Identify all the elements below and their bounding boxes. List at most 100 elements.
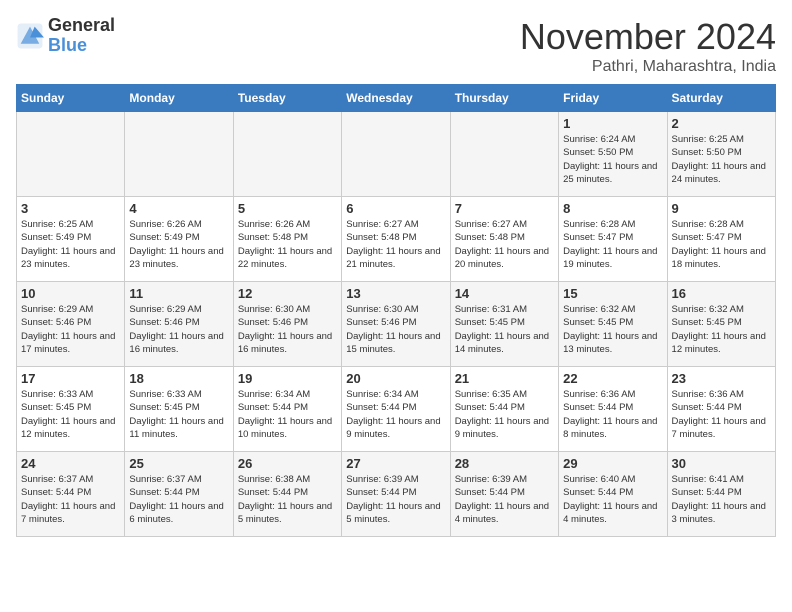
day-info: Sunrise: 6:39 AM Sunset: 5:44 PM Dayligh…: [455, 473, 554, 526]
day-number: 16: [672, 286, 771, 301]
day-info: Sunrise: 6:32 AM Sunset: 5:45 PM Dayligh…: [563, 303, 662, 356]
day-number: 27: [346, 456, 445, 471]
calendar-header: SundayMondayTuesdayWednesdayThursdayFrid…: [17, 85, 776, 112]
day-info: Sunrise: 6:39 AM Sunset: 5:44 PM Dayligh…: [346, 473, 445, 526]
calendar-week-1: 3Sunrise: 6:25 AM Sunset: 5:49 PM Daylig…: [17, 197, 776, 282]
day-number: 4: [129, 201, 228, 216]
day-info: Sunrise: 6:37 AM Sunset: 5:44 PM Dayligh…: [129, 473, 228, 526]
calendar-cell-w0d5: 1 Sunrise: 6:24 AM Sunset: 5:50 PM Daylig…: [559, 112, 667, 197]
day-info: Sunrise: 6:33 AM Sunset: 5:45 PM Dayligh…: [129, 388, 228, 441]
day-info: Sunrise: 6:27 AM Sunset: 5:48 PM Dayligh…: [455, 218, 554, 271]
calendar-cell-w1d5: 8 Sunrise: 6:28 AM Sunset: 5:47 PM Daylig…: [559, 197, 667, 282]
calendar-week-0: 1 Sunrise: 6:24 AM Sunset: 5:50 PM Daylig…: [17, 112, 776, 197]
calendar-cell-w0d2: [233, 112, 341, 197]
calendar-title-area: November 2024 Pathri, Maharashtra, India: [520, 16, 776, 76]
day-info: Sunrise: 6:26 AM Sunset: 5:48 PM Dayligh…: [238, 218, 337, 271]
weekday-header-monday: Monday: [125, 85, 233, 112]
calendar-cell-w2d1: 11 Sunrise: 6:29 AM Sunset: 5:46 PM Dayli…: [125, 282, 233, 367]
calendar-cell-w2d0: 10Sunrise: 6:29 AM Sunset: 5:46 PM Dayli…: [17, 282, 125, 367]
calendar-cell-w4d4: 28 Sunrise: 6:39 AM Sunset: 5:44 PM Dayli…: [450, 452, 558, 537]
day-number: 29: [563, 456, 662, 471]
day-number: 12: [238, 286, 337, 301]
day-info: Sunrise: 6:38 AM Sunset: 5:44 PM Dayligh…: [238, 473, 337, 526]
day-number: 28: [455, 456, 554, 471]
calendar-cell-w3d3: 20 Sunrise: 6:34 AM Sunset: 5:44 PM Dayli…: [342, 367, 450, 452]
day-info: Sunrise: 6:29 AM Sunset: 5:46 PM Dayligh…: [129, 303, 228, 356]
day-number: 13: [346, 286, 445, 301]
calendar-cell-w1d3: 6 Sunrise: 6:27 AM Sunset: 5:48 PM Daylig…: [342, 197, 450, 282]
calendar-cell-w1d2: 5 Sunrise: 6:26 AM Sunset: 5:48 PM Daylig…: [233, 197, 341, 282]
day-number: 21: [455, 371, 554, 386]
day-info: Sunrise: 6:26 AM Sunset: 5:49 PM Dayligh…: [129, 218, 228, 271]
day-info: Sunrise: 6:29 AM Sunset: 5:46 PM Dayligh…: [21, 303, 120, 356]
day-number: 22: [563, 371, 662, 386]
day-info: Sunrise: 6:37 AM Sunset: 5:44 PM Dayligh…: [21, 473, 120, 526]
general-blue-icon: [16, 22, 44, 50]
location-subtitle: Pathri, Maharashtra, India: [520, 58, 776, 76]
calendar-cell-w0d0: [17, 112, 125, 197]
calendar-cell-w4d1: 25 Sunrise: 6:37 AM Sunset: 5:44 PM Dayli…: [125, 452, 233, 537]
day-number: 7: [455, 201, 554, 216]
calendar-cell-w1d0: 3Sunrise: 6:25 AM Sunset: 5:49 PM Daylig…: [17, 197, 125, 282]
day-info: Sunrise: 6:28 AM Sunset: 5:47 PM Dayligh…: [672, 218, 771, 271]
calendar-cell-w0d4: [450, 112, 558, 197]
calendar-cell-w3d4: 21Sunrise: 6:35 AM Sunset: 5:44 PM Dayli…: [450, 367, 558, 452]
calendar-cell-w3d6: 23Sunrise: 6:36 AM Sunset: 5:44 PM Dayli…: [667, 367, 775, 452]
day-info: Sunrise: 6:36 AM Sunset: 5:44 PM Dayligh…: [672, 388, 771, 441]
day-info: Sunrise: 6:32 AM Sunset: 5:45 PM Dayligh…: [672, 303, 771, 356]
day-number: 30: [672, 456, 771, 471]
calendar-week-4: 24Sunrise: 6:37 AM Sunset: 5:44 PM Dayli…: [17, 452, 776, 537]
calendar-week-3: 17 Sunrise: 6:33 AM Sunset: 5:45 PM Dayli…: [17, 367, 776, 452]
calendar-cell-w2d4: 14Sunrise: 6:31 AM Sunset: 5:45 PM Dayli…: [450, 282, 558, 367]
day-number: 11: [129, 286, 228, 301]
day-number: 5: [238, 201, 337, 216]
weekday-header-sunday: Sunday: [17, 85, 125, 112]
logo-blue: Blue: [48, 35, 87, 55]
day-info: Sunrise: 6:30 AM Sunset: 5:46 PM Dayligh…: [238, 303, 337, 356]
month-title: November 2024: [520, 16, 776, 58]
day-number: 1: [563, 116, 662, 131]
calendar-cell-w4d0: 24Sunrise: 6:37 AM Sunset: 5:44 PM Dayli…: [17, 452, 125, 537]
calendar-cell-w2d6: 16 Sunrise: 6:32 AM Sunset: 5:45 PM Dayli…: [667, 282, 775, 367]
calendar-cell-w3d2: 19Sunrise: 6:34 AM Sunset: 5:44 PM Dayli…: [233, 367, 341, 452]
day-number: 15: [563, 286, 662, 301]
day-info: Sunrise: 6:40 AM Sunset: 5:44 PM Dayligh…: [563, 473, 662, 526]
calendar-week-2: 10Sunrise: 6:29 AM Sunset: 5:46 PM Dayli…: [17, 282, 776, 367]
day-number: 6: [346, 201, 445, 216]
weekday-header-saturday: Saturday: [667, 85, 775, 112]
day-info: Sunrise: 6:34 AM Sunset: 5:44 PM Dayligh…: [238, 388, 337, 441]
day-number: 2: [672, 116, 771, 131]
calendar-cell-w4d6: 30Sunrise: 6:41 AM Sunset: 5:44 PM Dayli…: [667, 452, 775, 537]
day-number: 8: [563, 201, 662, 216]
calendar-cell-w3d0: 17Sunrise: 6:33 AM Sunset: 5:45 PM Dayli…: [17, 367, 125, 452]
day-info: Sunrise: 6:25 AM Sunset: 5:50 PM Dayligh…: [672, 133, 771, 186]
day-number: 17: [21, 371, 120, 386]
calendar-cell-w3d1: 18 Sunrise: 6:33 AM Sunset: 5:45 PM Dayli…: [125, 367, 233, 452]
calendar-cell-w1d4: 7 Sunrise: 6:27 AM Sunset: 5:48 PM Daylig…: [450, 197, 558, 282]
calendar-cell-w0d1: [125, 112, 233, 197]
calendar-cell-w2d2: 12 Sunrise: 6:30 AM Sunset: 5:46 PM Dayli…: [233, 282, 341, 367]
day-info: Sunrise: 6:27 AM Sunset: 5:48 PM Dayligh…: [346, 218, 445, 271]
day-number: 20: [346, 371, 445, 386]
day-info: Sunrise: 6:24 AM Sunset: 5:50 PM Dayligh…: [563, 133, 662, 186]
day-number: 25: [129, 456, 228, 471]
weekday-header-friday: Friday: [559, 85, 667, 112]
calendar-cell-w0d6: 2 Sunrise: 6:25 AM Sunset: 5:50 PM Daylig…: [667, 112, 775, 197]
calendar-cell-w3d5: 22 Sunrise: 6:36 AM Sunset: 5:44 PM Dayli…: [559, 367, 667, 452]
day-number: 18: [129, 371, 228, 386]
day-number: 26: [238, 456, 337, 471]
weekday-header-row: SundayMondayTuesdayWednesdayThursdayFrid…: [17, 85, 776, 112]
weekday-header-thursday: Thursday: [450, 85, 558, 112]
day-info: Sunrise: 6:36 AM Sunset: 5:44 PM Dayligh…: [563, 388, 662, 441]
day-info: Sunrise: 6:25 AM Sunset: 5:49 PM Dayligh…: [21, 218, 120, 271]
day-number: 9: [672, 201, 771, 216]
calendar-body: 1 Sunrise: 6:24 AM Sunset: 5:50 PM Daylig…: [17, 112, 776, 537]
day-info: Sunrise: 6:34 AM Sunset: 5:44 PM Dayligh…: [346, 388, 445, 441]
logo-general: General: [48, 15, 115, 35]
calendar-cell-w0d3: [342, 112, 450, 197]
calendar-cell-w4d2: 26 Sunrise: 6:38 AM Sunset: 5:44 PM Dayli…: [233, 452, 341, 537]
calendar-cell-w4d3: 27 Sunrise: 6:39 AM Sunset: 5:44 PM Dayli…: [342, 452, 450, 537]
calendar-cell-w2d3: 13Sunrise: 6:30 AM Sunset: 5:46 PM Dayli…: [342, 282, 450, 367]
weekday-header-wednesday: Wednesday: [342, 85, 450, 112]
day-info: Sunrise: 6:28 AM Sunset: 5:47 PM Dayligh…: [563, 218, 662, 271]
